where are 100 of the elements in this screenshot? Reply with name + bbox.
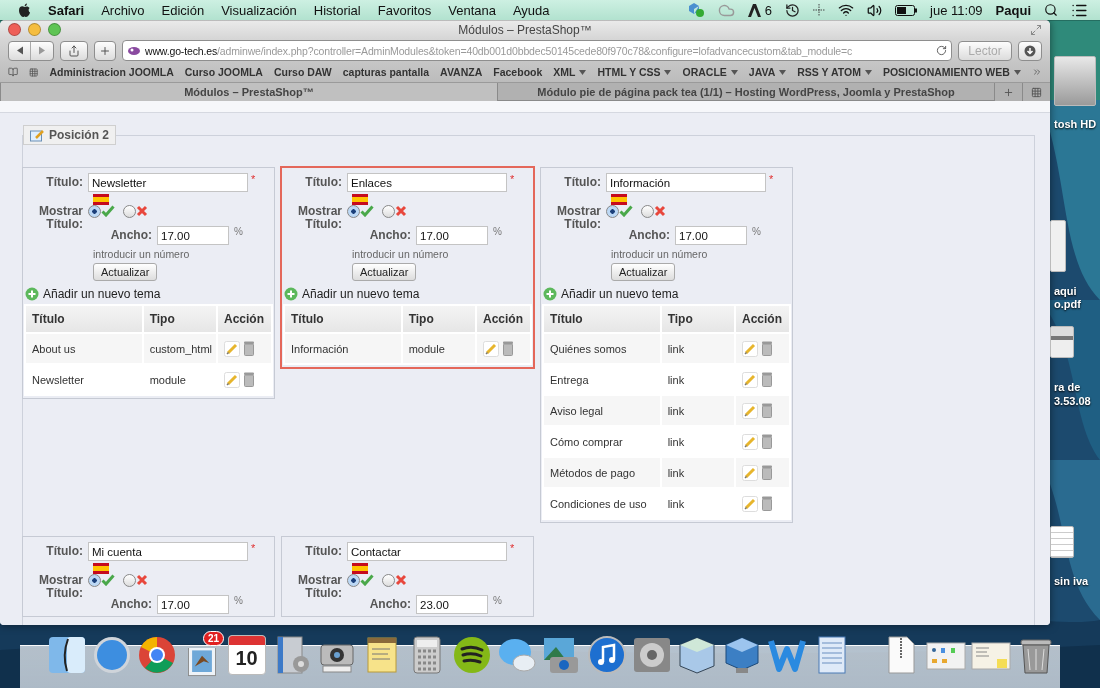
bookmark-link[interactable]: Curso JOOMLA	[184, 66, 263, 78]
trash-icon[interactable]	[760, 341, 773, 356]
trash-icon[interactable]	[242, 372, 255, 387]
bookmark-link[interactable]: XML	[553, 66, 587, 78]
compass-icon[interactable]	[91, 635, 132, 675]
trash-icon[interactable]	[501, 341, 514, 356]
new-tab-button[interactable]	[994, 83, 1022, 101]
menu-item[interactable]: Favoritos	[377, 2, 432, 18]
clock-icon[interactable]	[785, 2, 801, 18]
add-icon	[284, 287, 298, 301]
finder-face-icon[interactable]	[46, 635, 87, 675]
unit-label: %	[752, 226, 761, 237]
reload-icon[interactable]	[936, 45, 947, 56]
bookmark-link[interactable]: HTML Y CSS	[597, 66, 672, 78]
share-button[interactable]	[60, 40, 88, 61]
bookmark-link[interactable]: POSICIONAMIENTO WEB	[882, 66, 1021, 78]
bookmark-link[interactable]: Facebook	[493, 66, 543, 78]
add-topic-link[interactable]: Añadir un nuevo tema	[25, 287, 161, 301]
radio-button[interactable]	[382, 205, 395, 218]
width-input[interactable]: 23.00	[416, 595, 488, 614]
user-name[interactable]: Paqui	[995, 2, 1031, 18]
title-input[interactable]: Contactar	[347, 542, 507, 561]
top-sites-icon[interactable]	[29, 65, 39, 79]
reading-list-icon[interactable]	[8, 65, 19, 79]
box-sync-icon[interactable]	[686, 2, 705, 18]
radio-button[interactable]	[123, 574, 136, 587]
add-topic-link[interactable]: Añadir un nuevo tema	[284, 287, 420, 301]
title-input[interactable]: Mi cuenta	[88, 542, 248, 561]
menu-item[interactable]: Visualización	[221, 2, 297, 18]
title-input[interactable]: Información	[606, 173, 766, 192]
radio-button[interactable]	[347, 574, 360, 587]
menu-item[interactable]: Safari	[48, 2, 85, 18]
menu-item[interactable]: Historial	[313, 2, 361, 18]
search-icon[interactable]	[1044, 3, 1058, 17]
address-field[interactable]: www.go-tech.es/adminwe/index.php?controller=AdminModules&token=40db001d0bbdec50145cede80f970c78&configure=lofadvancecustom&tab_module=c	[122, 40, 952, 61]
downloads-button[interactable]	[1018, 40, 1042, 61]
calendar-icon[interactable]: 10	[227, 635, 266, 675]
add-topic-link[interactable]: Añadir un nuevo tema	[543, 287, 679, 301]
menu-item[interactable]: Archivo	[101, 2, 145, 18]
radio-button[interactable]	[347, 205, 360, 218]
bookmark-link[interactable]: capturas pantalla	[342, 66, 430, 78]
bookmark-link[interactable]: ORACLE	[682, 66, 738, 78]
wifi-icon[interactable]	[838, 2, 855, 18]
download-icon	[1024, 44, 1036, 57]
title-input[interactable]: Newsletter	[88, 173, 248, 192]
bookmark-link[interactable]: RSS Y ATOM	[797, 66, 872, 78]
menu-item[interactable]: Edición	[161, 2, 205, 18]
trash-icon[interactable]	[760, 465, 773, 480]
zoom-button[interactable]	[48, 23, 61, 36]
radio-button[interactable]	[88, 574, 101, 587]
minimize-button[interactable]	[28, 23, 41, 36]
menu-item[interactable]: Ventana	[448, 2, 496, 18]
bookmark-link[interactable]: Administracion JOOMLA	[49, 66, 174, 78]
radio-button[interactable]	[123, 205, 136, 218]
cube-icon[interactable]	[676, 635, 717, 675]
volume-icon[interactable]	[867, 2, 883, 18]
radio-button[interactable]	[606, 205, 619, 218]
width-input[interactable]: 17.00	[675, 226, 747, 245]
table-cell: link	[661, 334, 734, 363]
width-input[interactable]: 17.00	[157, 595, 229, 614]
flag-icon	[93, 194, 109, 205]
clock-text: jue 11:09	[930, 2, 983, 18]
width-input[interactable]: 17.00	[157, 226, 229, 245]
bookmark-link[interactable]: Curso DAW	[273, 66, 332, 78]
field-label: Título:	[45, 176, 84, 189]
unit-label: %	[234, 595, 243, 606]
add-bookmark-button[interactable]	[94, 40, 116, 61]
bookmark-link[interactable]: JAVA	[748, 66, 787, 78]
trash-icon[interactable]	[760, 372, 773, 387]
menu-item[interactable]: Ayuda	[512, 2, 550, 18]
sound-waves-icon[interactable]	[451, 635, 492, 675]
tab-overview-button[interactable]	[1022, 83, 1050, 101]
width-input[interactable]: 17.00	[416, 226, 488, 245]
close-button[interactable]	[8, 23, 21, 36]
triangle-logo-icon[interactable]	[747, 3, 761, 17]
fullscreen-icon[interactable]	[1030, 23, 1042, 36]
music-note-icon[interactable]	[586, 635, 627, 675]
trash-icon[interactable]	[760, 434, 773, 449]
radio-button[interactable]	[382, 574, 395, 587]
battery-icon[interactable]	[895, 4, 918, 16]
trash-icon[interactable]	[242, 341, 255, 356]
update-button[interactable]: Actualizar	[93, 263, 158, 281]
move-icon[interactable]	[813, 4, 826, 16]
field-hint: introducir un número	[352, 248, 449, 260]
browser-ball-icon[interactable]	[136, 635, 177, 675]
browser-tab[interactable]: Módulo pie de página pack tea (1/1) – Hosting WordPress, Joomla y PrestaShop	[497, 83, 994, 101]
update-button[interactable]: Actualizar	[611, 263, 676, 281]
trash-icon[interactable]	[760, 403, 773, 418]
radio-button[interactable]	[88, 205, 101, 218]
check-icon	[101, 205, 115, 217]
title-input[interactable]: Enlaces	[347, 173, 507, 192]
check-icon	[360, 574, 374, 586]
trash-icon[interactable]	[760, 496, 773, 511]
gear-icon[interactable]	[631, 635, 672, 675]
column-header: Acción	[217, 306, 271, 332]
radio-button[interactable]	[641, 205, 654, 218]
update-button[interactable]: Actualizar	[352, 263, 417, 281]
browser-tab[interactable]: Módulos – PrestaShop™	[0, 83, 497, 101]
bookmark-link[interactable]: AVANZA	[440, 66, 483, 78]
plus-icon	[1003, 86, 1014, 98]
